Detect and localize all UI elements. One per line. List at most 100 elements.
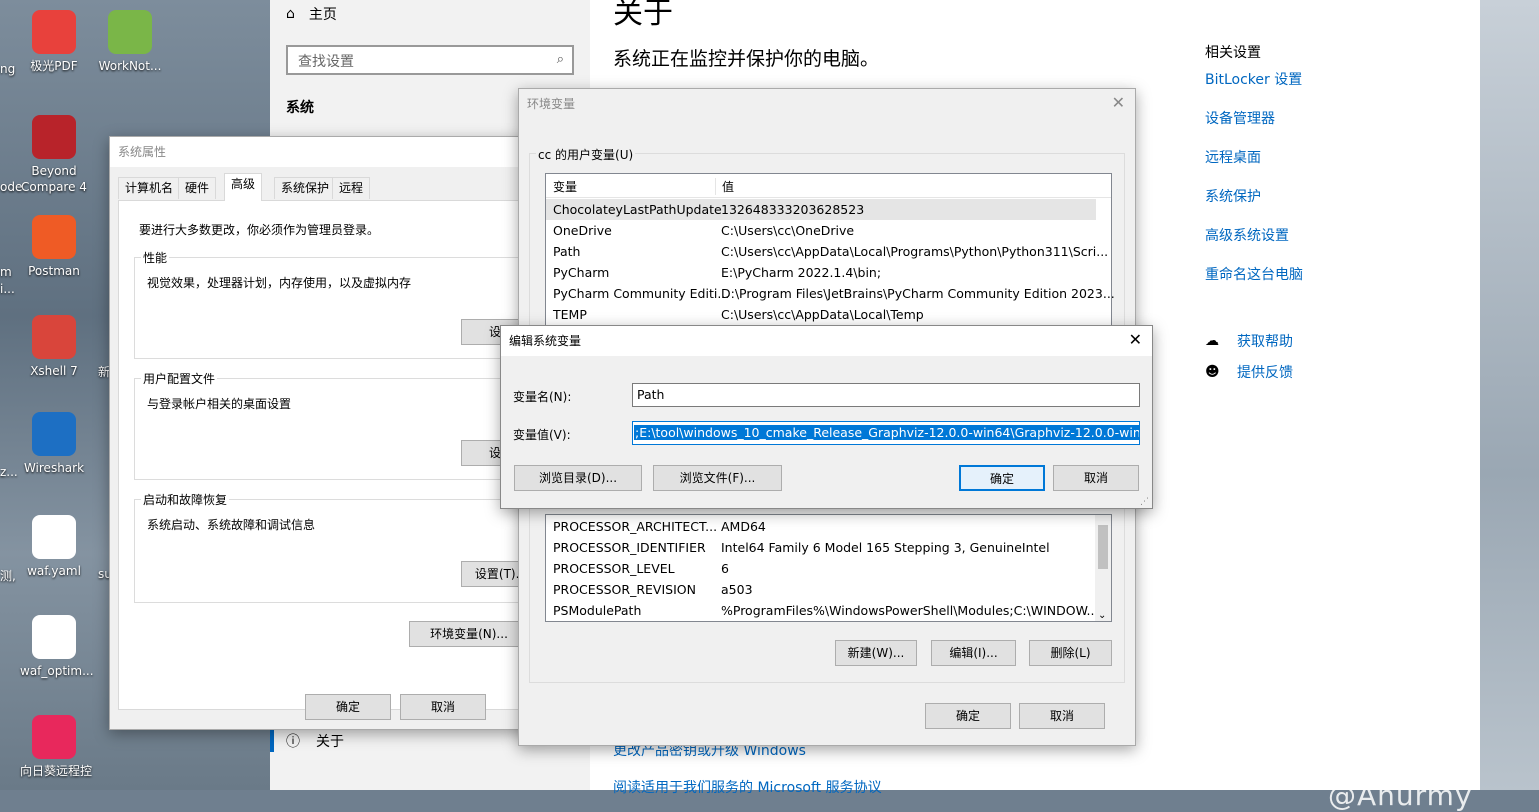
scroll-down-icon[interactable]: ⌄ xyxy=(1098,610,1106,621)
desktop-icon[interactable]: Wireshark xyxy=(20,412,88,476)
desktop-icon-label: ode xyxy=(0,180,23,194)
nav-item-label: 关于 xyxy=(316,734,344,750)
tab-computer-name[interactable]: 计算机名 xyxy=(118,177,181,199)
dialog-title: 系统属性 xyxy=(110,137,544,167)
dialog-title: 环境变量 xyxy=(519,89,1135,119)
group-title: 用户配置文件 xyxy=(141,370,218,387)
desktop-icon-label: 测, xyxy=(0,569,16,583)
resize-grip-icon[interactable]: ⋰ xyxy=(1140,497,1149,507)
close-icon[interactable]: ✕ xyxy=(1112,93,1125,112)
table-row[interactable]: PyCharm E:\PyCharm 2022.1.4\bin; xyxy=(546,262,1096,283)
variable-name-value: Path xyxy=(637,387,665,402)
variable-name-cell: ChocolateyLastPathUpdate xyxy=(553,202,722,217)
column-header-variable: 变量 xyxy=(553,180,578,194)
link-device-manager[interactable]: 设备管理器 xyxy=(1205,108,1275,128)
group-performance: 性能 视觉效果，处理器计划，内存使用，以及虚拟内存 设置 xyxy=(134,249,541,359)
desktop-icon-label: Postman xyxy=(28,264,80,278)
get-help-link[interactable]: ☁ 获取帮助 xyxy=(1205,331,1293,351)
search-input[interactable]: 查找设置 ⌕ xyxy=(286,45,574,75)
browse-directory-button[interactable]: 浏览目录(D)... xyxy=(514,465,642,491)
desktop-icon[interactable]: Xshell 7 xyxy=(20,315,88,379)
feedback-icon: ☻ xyxy=(1205,364,1220,380)
scrollbar-thumb[interactable] xyxy=(1098,525,1108,569)
table-row[interactable]: PROCESSOR_LEVEL 6 xyxy=(546,558,1096,579)
desktop-icon[interactable]: Beyond Compare 4 xyxy=(20,115,88,195)
wireshark-icon xyxy=(32,412,76,456)
browse-file-button[interactable]: 浏览文件(F)... xyxy=(653,465,782,491)
variable-value-cell: D:\Program Files\JetBrains\PyCharm Commu… xyxy=(721,286,1115,301)
ok-button[interactable]: 确定 xyxy=(959,465,1045,491)
link-rename-pc[interactable]: 重命名这台电脑 xyxy=(1205,264,1303,284)
variable-value-text: ;E:\tool\windows_10_cmake_Release_Graphv… xyxy=(634,425,1139,440)
scrollbar[interactable]: ⌄ xyxy=(1095,515,1111,621)
desktop-icon[interactable]: waf_optim... xyxy=(20,615,94,679)
user-variables-list[interactable]: 变量 值 ChocolateyLastPathUpdate 13264833320… xyxy=(545,173,1115,343)
cancel-button[interactable]: 取消 xyxy=(1019,703,1105,729)
table-row[interactable]: OneDrive C:\Users\cc\OneDrive xyxy=(546,220,1096,241)
dialog-title: 编辑系统变量 xyxy=(501,326,1152,356)
desktop-icon-label: 极光PDF xyxy=(30,59,78,73)
new-variable-button[interactable]: 新建(W)... xyxy=(835,640,917,666)
watermark-text: CSDN @Anurmy xyxy=(1328,746,1473,812)
group-user-profiles: 用户配置文件 与登录帐户相关的桌面设置 设置 xyxy=(134,370,541,480)
link-service-agreement[interactable]: 阅读适用于我们服务的 Microsoft 服务协议 xyxy=(613,777,882,797)
ok-button[interactable]: 确定 xyxy=(305,694,391,720)
tab-hardware[interactable]: 硬件 xyxy=(178,177,217,199)
desktop-icon[interactable]: waf.yaml xyxy=(20,515,88,579)
variable-value-cell: a503 xyxy=(721,582,753,597)
desktop-icon-label: ng xyxy=(0,62,16,76)
link-system-protection[interactable]: 系统保护 xyxy=(1205,186,1261,206)
environment-variables-button[interactable]: 环境变量(N)... xyxy=(409,621,529,647)
group-startup-recovery: 启动和故障恢复 系统启动、系统故障和调试信息 设置(T)... xyxy=(134,491,541,603)
table-row[interactable]: PSModulePath %ProgramFiles%\WindowsPowerS… xyxy=(546,600,1098,621)
tab-remote[interactable]: 远程 xyxy=(332,177,371,199)
table-row[interactable]: PyCharm Community Editi... D:\Program Fil… xyxy=(546,283,1115,304)
group-desc: 视觉效果，处理器计划，内存使用，以及虚拟内存 xyxy=(147,276,412,290)
feedback-link[interactable]: ☻ 提供反馈 xyxy=(1205,362,1293,382)
related-settings-title: 相关设置 xyxy=(1205,45,1261,61)
desktop-icon[interactable]: 向日葵远程控 xyxy=(20,715,93,779)
cancel-button[interactable]: 取消 xyxy=(1053,465,1139,491)
beyond-compare-icon xyxy=(32,115,76,159)
group-title: 性能 xyxy=(141,249,170,266)
list-header: 变量 值 xyxy=(546,174,1111,198)
ok-button[interactable]: 确定 xyxy=(925,703,1011,729)
desktop-icon-label: Wireshark xyxy=(23,461,85,475)
link-advanced-settings[interactable]: 高级系统设置 xyxy=(1205,225,1289,245)
table-row[interactable]: PROCESSOR_ARCHITECT... AMD64 xyxy=(546,516,1096,537)
table-row[interactable]: PROCESSOR_REVISION a503 xyxy=(546,579,1096,600)
tab-system-protection[interactable]: 系统保护 xyxy=(274,177,337,199)
info-icon: ⓘ xyxy=(286,734,300,750)
desktop-icon[interactable]: WorkNot... xyxy=(96,10,164,74)
system-properties-dialog: 系统属性 计算机名 硬件 系统保护 远程 要进行大多数更改，你必须作为管理员登录… xyxy=(109,136,545,730)
desktop-icon[interactable]: 极光PDF xyxy=(20,10,88,74)
variable-value-cell: E:\PyCharm 2022.1.4\bin; xyxy=(721,265,882,280)
edit-system-variable-dialog: 编辑系统变量 ✕ 变量名(N): Path 变量值(V): ;E:\tool\w… xyxy=(500,325,1153,509)
variable-value-input[interactable]: ;E:\tool\windows_10_cmake_Release_Graphv… xyxy=(632,421,1140,445)
edit-variable-button[interactable]: 编辑(I)... xyxy=(931,640,1016,666)
nav-selected-indicator xyxy=(270,730,274,752)
link-remote-desktop[interactable]: 远程桌面 xyxy=(1205,147,1261,167)
variable-name-cell: TEMP xyxy=(553,307,587,322)
user-variables-label: cc 的用户变量(U) xyxy=(536,146,636,163)
link-bitlocker[interactable]: BitLocker 设置 xyxy=(1205,69,1302,89)
nav-home[interactable]: ⌂ 主页 xyxy=(286,4,337,24)
nav-item-about[interactable]: ⓘ 关于 xyxy=(286,731,344,751)
variable-name-input[interactable]: Path xyxy=(632,383,1140,407)
delete-variable-button[interactable]: 删除(L) xyxy=(1029,640,1112,666)
system-variables-list[interactable]: PROCESSOR_ARCHITECT... AMD64 PROCESSOR_IDE… xyxy=(545,514,1112,622)
page-title: 关于 xyxy=(613,0,673,31)
table-row[interactable]: Path C:\Users\cc\AppData\Local\Programs\P… xyxy=(546,241,1108,262)
notepad-icon xyxy=(108,10,152,54)
nav-section-title: 系统 xyxy=(286,100,314,116)
close-icon[interactable]: ✕ xyxy=(1129,330,1142,349)
desktop-icon[interactable]: Postman xyxy=(20,215,88,279)
table-row[interactable]: ChocolateyLastPathUpdate 1326483332036285… xyxy=(546,199,1096,220)
variable-name-label: 变量名(N): xyxy=(513,390,572,404)
table-row[interactable]: PROCESSOR_IDENTIFIER Intel64 Family 6 Mod… xyxy=(546,537,1096,558)
table-row[interactable]: TEMP C:\Users\cc\AppData\Local\Temp xyxy=(546,304,1096,325)
tab-advanced[interactable]: 高级 xyxy=(224,173,263,201)
jiguang-pdf-icon xyxy=(32,10,76,54)
desktop-icon-label: 向日葵远程控 xyxy=(20,764,93,778)
cancel-button[interactable]: 取消 xyxy=(400,694,486,720)
